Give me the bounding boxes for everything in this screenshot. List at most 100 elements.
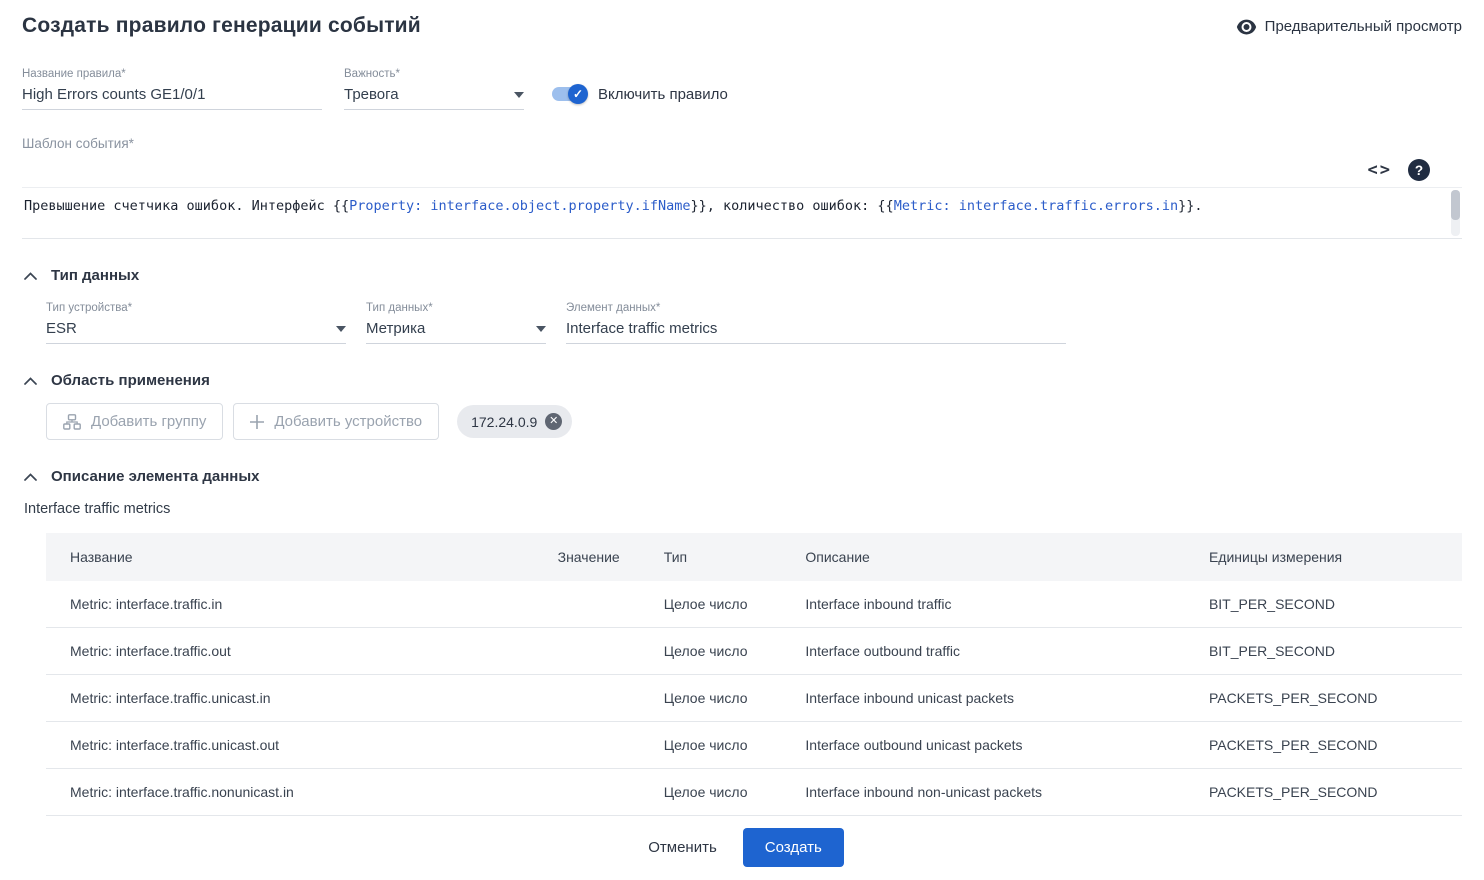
table-cell: PACKETS_PER_SECOND	[1192, 674, 1462, 722]
data-element-field-wrap: Элемент данных*	[566, 302, 1066, 344]
create-event-rule-page: Создать правило генерации событий Предва…	[0, 0, 1484, 880]
help-icon[interactable]: ?	[1408, 159, 1430, 181]
col-header-units: Единицы измерения	[1192, 533, 1462, 581]
enable-rule-toggle[interactable]: ✓	[550, 84, 588, 104]
data-kind-field-wrap: Тип данных* Метрика	[366, 302, 546, 344]
device-chip-label: 172.24.0.9	[471, 413, 538, 430]
table-row: Metric: interface.traffic.nonunicast.in Ц…	[46, 768, 1462, 816]
scope-controls-row: Добавить группу Добавить устройство 172.…	[22, 403, 1462, 440]
chevron-down-icon	[536, 325, 546, 332]
table-cell	[541, 581, 648, 628]
add-device-label: Добавить устройство	[274, 413, 423, 430]
data-kind-select[interactable]: Метрика	[366, 318, 546, 344]
section-description-title: Описание элемента данных	[51, 468, 260, 485]
rule-name-input[interactable]	[22, 84, 322, 110]
template-token: Property: interface.object.property.ifNa…	[349, 198, 691, 214]
data-kind-value: Метрика	[366, 320, 426, 337]
table-cell: Interface inbound unicast packets	[789, 674, 1193, 722]
data-kind-label: Тип данных*	[366, 302, 433, 314]
table-cell	[541, 674, 648, 722]
template-text: }}.	[1178, 198, 1203, 214]
remove-chip-icon[interactable]: ✕	[545, 413, 563, 430]
topbar: Создать правило генерации событий Предва…	[22, 14, 1462, 38]
eye-icon	[1236, 19, 1257, 35]
template-text: }}, количество ошибок: {{	[690, 198, 894, 214]
cancel-button[interactable]: Отменить	[640, 829, 725, 866]
table-cell: Interface outbound unicast packets	[789, 721, 1193, 769]
template-scrollbar	[1451, 190, 1460, 236]
table-row: Metric: interface.traffic.in Целое число I…	[46, 581, 1462, 628]
table-cell: Metric: interface.traffic.out	[46, 627, 542, 675]
table-cell: BIT_PER_SECOND	[1192, 627, 1462, 675]
section-scope-title: Область применения	[51, 372, 210, 389]
section-data-type-header[interactable]: Тип данных	[22, 267, 1462, 284]
table-cell: Metric: interface.traffic.nonunicast.in	[46, 768, 542, 816]
add-device-button[interactable]: Добавить устройство	[233, 403, 440, 440]
plus-icon	[250, 414, 265, 429]
preview-button[interactable]: Предварительный просмотр	[1236, 18, 1462, 35]
data-element-label: Элемент данных*	[566, 302, 661, 314]
table-cell: Interface outbound traffic	[789, 627, 1193, 675]
table-row: Metric: interface.traffic.unicast.out Цел…	[46, 721, 1462, 769]
section-scope-header[interactable]: Область применения	[22, 372, 1462, 389]
col-header-value: Значение	[541, 533, 648, 581]
insert-expression-icon[interactable]: <>	[1368, 160, 1392, 180]
severity-value: Тревога	[344, 86, 399, 103]
table-cell: Целое число	[647, 768, 790, 816]
section-data-type-title: Тип данных	[51, 267, 140, 284]
table-cell: Metric: interface.traffic.in	[46, 581, 542, 628]
table-cell: PACKETS_PER_SECOND	[1192, 721, 1462, 769]
enable-rule-label: Включить правило	[598, 85, 728, 103]
template-editor[interactable]: Превышение счетчика ошибок. Интерфейс {{…	[22, 187, 1462, 239]
template-text: Превышение счетчика ошибок. Интерфейс {{	[24, 198, 350, 214]
create-button[interactable]: Создать	[742, 828, 844, 867]
col-header-type: Тип	[647, 533, 790, 581]
col-header-description: Описание	[789, 533, 1193, 581]
table-cell	[541, 627, 648, 675]
add-group-label: Добавить группу	[91, 413, 207, 430]
chevron-up-icon	[24, 376, 37, 385]
device-type-select[interactable]: ESR	[46, 318, 346, 344]
device-chip: 172.24.0.9 ✕	[457, 405, 573, 438]
group-icon	[63, 413, 81, 430]
table-cell: Interface inbound non-unicast packets	[789, 768, 1193, 816]
col-header-name: Название	[46, 533, 542, 581]
table-cell	[541, 768, 648, 816]
table-cell: Целое число	[647, 627, 790, 675]
metrics-table-head: Название Значение Тип Описание Единицы и…	[46, 533, 1462, 581]
device-type-field-wrap: Тип устройства* ESR	[46, 302, 346, 344]
section-description: Описание элемента данных Interface traff…	[22, 468, 1462, 816]
table-cell: Metric: interface.traffic.unicast.out	[46, 721, 542, 769]
chevron-up-icon	[24, 472, 37, 481]
table-cell: PACKETS_PER_SECOND	[1192, 768, 1462, 816]
chevron-down-icon	[336, 325, 346, 332]
add-group-button[interactable]: Добавить группу	[46, 403, 224, 440]
section-description-header[interactable]: Описание элемента данных	[22, 468, 1462, 485]
table-cell: Целое число	[647, 581, 790, 628]
section-data-type: Тип данных Тип устройства* ESR Тип данны…	[22, 267, 1462, 344]
template-label: Шаблон события*	[22, 136, 134, 151]
preview-label: Предварительный просмотр	[1264, 18, 1462, 35]
severity-field-wrap: Важность* Тревога	[344, 68, 524, 110]
enable-rule-wrap: ✓ Включить правило	[550, 84, 728, 110]
device-type-label: Тип устройства*	[46, 302, 133, 314]
severity-label: Важность*	[344, 68, 400, 80]
chevron-down-icon	[514, 91, 524, 98]
metrics-table: Название Значение Тип Описание Единицы и…	[46, 533, 1462, 816]
section-scope: Область применения Добавить группу Добав…	[22, 372, 1462, 440]
device-type-value: ESR	[46, 320, 77, 337]
template-scrollbar-thumb[interactable]	[1451, 190, 1460, 220]
rule-name-label: Название правила*	[22, 68, 126, 80]
chevron-up-icon	[24, 271, 37, 280]
metrics-table-body: Metric: interface.traffic.in Целое число I…	[46, 581, 1462, 816]
rule-name-field-wrap: Название правила*	[22, 68, 322, 110]
template-toolbar: <> ?	[22, 159, 1462, 181]
footer-actions: Отменить Создать	[22, 828, 1462, 877]
rule-basics-row: Название правила* Важность* Тревога ✓ Вк…	[22, 68, 1462, 110]
severity-select[interactable]: Тревога	[344, 84, 524, 110]
template-token: Metric: interface.traffic.errors.in	[893, 198, 1179, 214]
template-editor-content[interactable]: Превышение счетчика ошибок. Интерфейс {{…	[24, 196, 1438, 216]
data-element-input[interactable]	[566, 318, 1066, 344]
table-cell: Целое число	[647, 721, 790, 769]
table-row: Metric: interface.traffic.out Целое число…	[46, 627, 1462, 675]
